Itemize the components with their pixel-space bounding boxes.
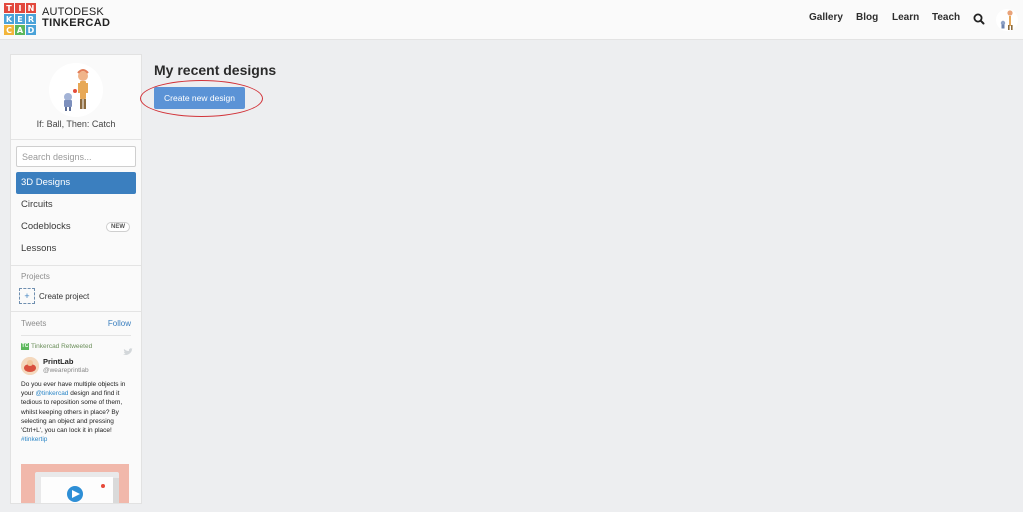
divider [11,265,141,266]
sidebar-item-lessons[interactable]: Lessons [16,238,136,260]
sidebar: If: Ball, Then: Catch 3D Designs Circuit… [10,54,142,504]
twitter-bird-icon[interactable] [123,343,133,355]
printlab-avatar[interactable] [21,357,39,375]
tweet-hashtag-link[interactable]: #tinkertip [21,436,47,443]
divider [11,311,141,312]
sidebar-item-label: Codeblocks [21,221,71,232]
page-title: My recent designs [154,62,277,78]
search-icon[interactable] [972,12,986,26]
logo-cell: E [15,14,25,24]
tweet-text: Do you ever have multiple objects in you… [21,380,133,444]
sidebar-item-circuits[interactable]: Circuits [16,194,136,216]
logo-cell: C [4,25,14,35]
search-designs-input[interactable] [16,146,136,167]
brand-line-tinkercad: TINKERCAD [42,17,111,29]
logo-cell: I [15,3,25,13]
nav-blog[interactable]: Blog [856,12,878,23]
follow-link[interactable]: Follow [108,319,131,328]
tweet-author-name[interactable]: PrintLab [43,357,73,366]
nav-gallery[interactable]: Gallery [809,12,843,23]
create-project-button[interactable]: + Create project [19,288,89,304]
plus-icon: + [19,288,35,304]
sidebar-item-label: Lessons [21,243,57,254]
tweet-author-handle[interactable]: @weareprintlab [43,367,89,374]
tinkercad-logo[interactable]: T I N K E R C A D [4,3,37,36]
logo-cell: T [4,3,14,13]
logo-cell: D [26,25,36,35]
retweet-row: TC Tinkercad Retweeted [21,343,133,353]
nav-teach[interactable]: Teach [932,12,960,23]
projects-section-label: Projects [21,272,50,281]
new-badge: NEW [106,222,130,232]
divider [11,139,141,140]
tweet-mention-link[interactable]: @tinkercad [35,390,68,397]
logo-cell: R [26,14,36,24]
sidebar-item-label: 3D Designs [21,177,71,188]
nav-learn[interactable]: Learn [892,12,919,23]
profile-avatar[interactable] [49,63,103,117]
divider [21,335,131,336]
create-new-design-button[interactable]: Create new design [154,87,245,109]
logo-cell: N [26,3,36,13]
user-avatar-icon[interactable] [996,8,1018,32]
sidebar-item-label: Circuits [21,199,53,210]
sidebar-item-codeblocks[interactable]: Codeblocks NEW [16,216,136,238]
tweets-section-label: Tweets [21,319,47,328]
logo-cell: A [15,25,25,35]
retweet-label: Tinkercad Retweeted [31,343,93,351]
logo-cell: K [4,14,14,24]
profile-name: If: Ball, Then: Catch [36,119,116,129]
create-project-label: Create project [39,291,90,301]
top-bar: T I N K E R C A D AUTODESK TINKERCAD Gal… [0,0,1023,40]
tweet-media-thumbnail[interactable] [21,464,129,503]
sidebar-item-3d-designs[interactable]: 3D Designs [16,172,136,194]
tinkercad-small-icon: TC [21,343,29,350]
brand-name[interactable]: AUTODESK TINKERCAD [42,7,110,29]
